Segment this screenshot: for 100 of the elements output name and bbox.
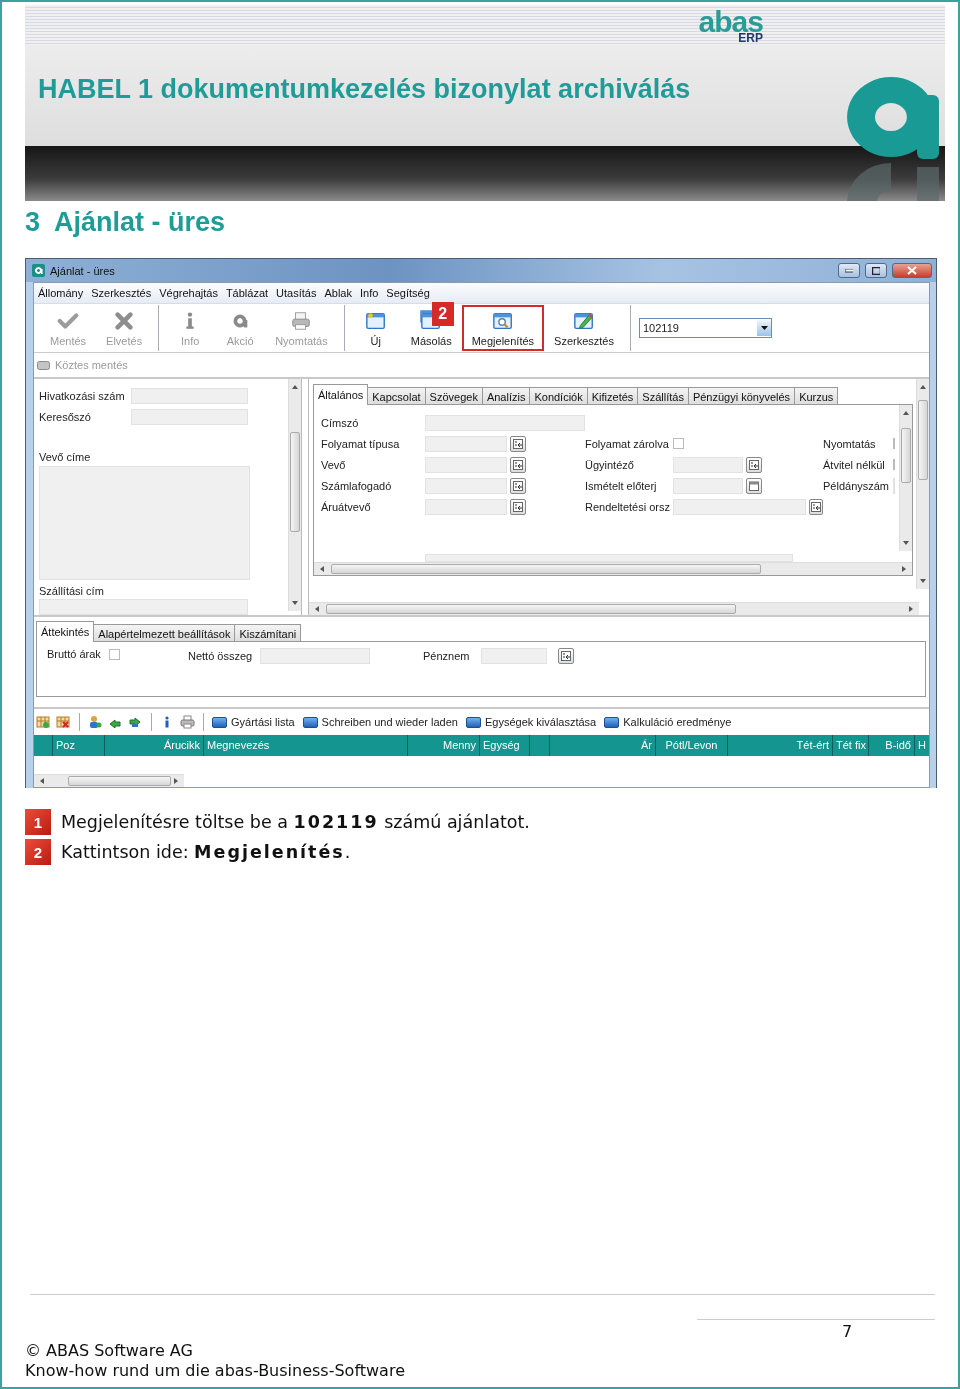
lookup-button[interactable] (510, 435, 526, 452)
toolbar-button[interactable]: Új (350, 305, 401, 351)
field-label: Rendeltetési orsz (585, 500, 671, 513)
checkbox[interactable] (673, 438, 684, 449)
input-field[interactable] (425, 498, 507, 515)
lookup-button[interactable] (558, 648, 575, 664)
tab[interactable]: Pénzügyi könyvelés (687, 387, 796, 405)
menu-item[interactable]: Táblázat (225, 287, 269, 299)
maximize-button[interactable] (865, 263, 887, 278)
menu-item[interactable]: Segítség (386, 287, 430, 299)
scrollbar[interactable] (314, 562, 912, 575)
scrollbar[interactable] (916, 379, 929, 589)
close-icon (907, 266, 917, 275)
printer-icon (290, 309, 313, 332)
field-label: Ismételt előterj (585, 479, 658, 492)
input-field[interactable] (260, 648, 371, 664)
lookup-button[interactable] (510, 498, 526, 515)
menu-item[interactable]: Állomány (38, 287, 84, 299)
input-field[interactable] (673, 498, 807, 515)
minimize-button[interactable] (838, 263, 860, 278)
input-field[interactable] (425, 456, 507, 473)
input-field[interactable] (673, 456, 743, 473)
input-field[interactable] (425, 414, 585, 431)
tab[interactable]: Általános (313, 384, 369, 405)
splitter[interactable] (301, 379, 309, 615)
menu-item[interactable]: Végrehajtás (159, 287, 218, 299)
column-header[interactable]: Tét fix (833, 735, 869, 756)
input-field[interactable] (425, 554, 793, 562)
field-label: Áruátvevő (321, 500, 372, 513)
tagline-text: Know-how rund um die abas-Business-Software (25, 1361, 406, 1381)
menu-item[interactable]: Utasítás (276, 287, 317, 299)
close-button[interactable] (892, 263, 932, 278)
field-label: Számlafogadó (321, 479, 393, 492)
column-header[interactable]: Menny (408, 735, 480, 756)
minimize-icon (845, 268, 853, 273)
lookup-button[interactable] (809, 498, 823, 515)
action-button[interactable]: Kalkuláció eredménye (604, 716, 735, 728)
input-field[interactable] (131, 387, 248, 404)
copyright-text: © ABAS Software AG (25, 1341, 194, 1361)
column-header[interactable]: Poz (53, 735, 105, 756)
field-label: Nyomtatás (823, 437, 877, 450)
key-icon (37, 360, 50, 370)
input-field[interactable] (481, 648, 548, 664)
tab[interactable]: Szállítás (637, 387, 689, 405)
input-field[interactable] (673, 477, 743, 494)
scrollbar[interactable] (288, 379, 302, 611)
input-field[interactable] (425, 477, 507, 494)
scrollbar[interactable] (34, 774, 184, 787)
tab[interactable]: Kurzus (794, 387, 839, 405)
scrollbar[interactable] (309, 602, 919, 615)
field-label: Ügyintéző (585, 458, 635, 471)
tab[interactable]: Kiszámítani (234, 624, 302, 642)
tab[interactable]: Kapcsolat (367, 387, 426, 405)
column-header[interactable]: Ár (550, 735, 656, 756)
tab[interactable]: Kondíciók (529, 387, 588, 405)
calendar-icon (749, 480, 759, 491)
action-button[interactable]: Egységek kiválasztása (465, 716, 600, 728)
menu-item[interactable]: Szerkesztés (91, 287, 152, 299)
column-header[interactable]: Tét-ért (728, 735, 833, 756)
input-field[interactable] (425, 435, 507, 452)
column-header[interactable]: B-idő (869, 735, 915, 756)
grid-delete-icon[interactable] (56, 715, 71, 729)
column-header[interactable]: Megnevezés (204, 735, 408, 756)
page-number: 7 (842, 1322, 853, 1341)
step-badge: 2 (25, 839, 51, 865)
forward-icon[interactable] (128, 715, 143, 729)
lookup-button[interactable] (510, 477, 526, 494)
tab[interactable]: Alapértelmezett beállítások (93, 624, 236, 642)
menu-item[interactable]: Ablak (324, 287, 352, 299)
input-field[interactable] (39, 599, 248, 615)
lookup-button[interactable] (510, 456, 526, 473)
toolbar-button[interactable]: Szerkesztés (544, 305, 624, 351)
grid-add-icon[interactable] (36, 715, 51, 729)
printer-icon[interactable] (180, 715, 195, 729)
lookup-button[interactable] (746, 456, 762, 473)
cross-icon (113, 309, 136, 332)
person-icon[interactable] (88, 715, 103, 729)
input-field[interactable] (131, 408, 248, 425)
toolbar-button[interactable]: Megjelenítés (461, 305, 545, 351)
lookup-button[interactable] (746, 477, 762, 494)
field-label: Hivatkozási szám (39, 389, 126, 402)
caret-icon (760, 326, 768, 330)
action-button[interactable]: Schreiben und wieder laden (302, 716, 461, 728)
record-combo-box[interactable]: 102119 (639, 318, 772, 338)
column-header[interactable]: H (915, 735, 929, 756)
tab[interactable]: Szövegek (424, 387, 483, 405)
menu-item[interactable]: Info (360, 287, 379, 299)
action-button[interactable]: Gyártási lista (212, 716, 298, 728)
tab[interactable]: Analízis (481, 387, 531, 405)
checkbox[interactable] (108, 648, 120, 660)
scrollbar[interactable] (899, 405, 912, 551)
text-area[interactable] (39, 466, 250, 580)
tab[interactable]: Áttekintés (36, 621, 95, 642)
column-header[interactable]: Egység (480, 735, 530, 756)
tab[interactable]: Kifizetés (586, 387, 639, 405)
field-label: Keresőszó (39, 410, 92, 423)
column-header[interactable]: Pótl/Levon (656, 735, 728, 756)
step-text: Megjelenítésre töltse be a 102119 számú ajánlatot. (61, 812, 530, 832)
field-label: Átvitel nélkül (823, 458, 886, 471)
column-header[interactable]: Árucikk (105, 735, 204, 756)
